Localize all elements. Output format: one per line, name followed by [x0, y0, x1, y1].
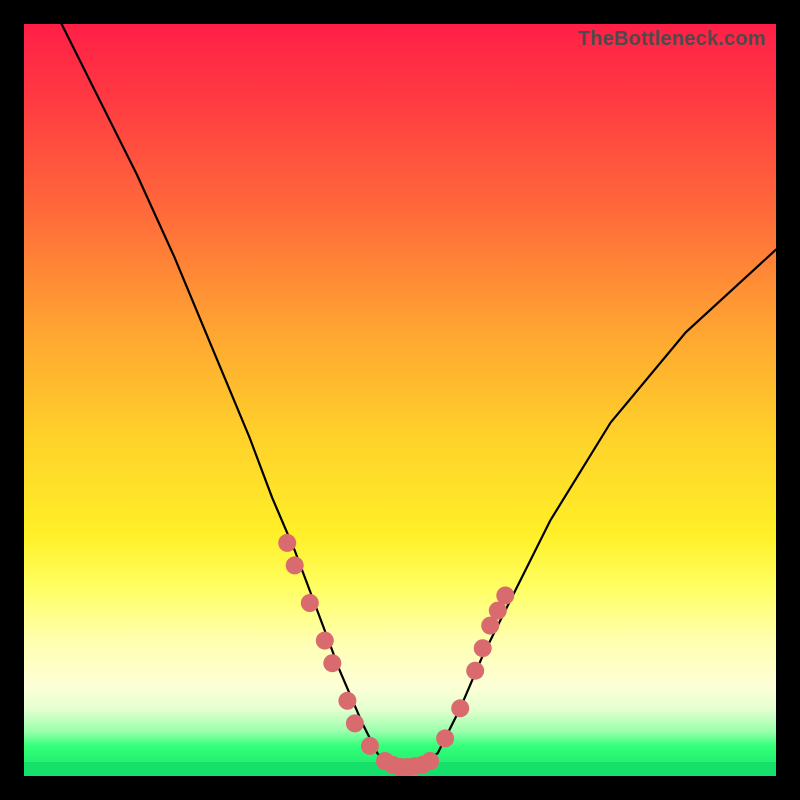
data-marker	[466, 662, 484, 680]
data-marker	[421, 752, 439, 770]
bottleneck-curve	[62, 24, 776, 769]
data-marker	[346, 714, 364, 732]
chart-svg	[24, 24, 776, 776]
data-marker	[338, 692, 356, 710]
data-marker	[286, 556, 304, 574]
data-marker	[278, 534, 296, 552]
data-marker	[361, 737, 379, 755]
marker-group	[278, 534, 514, 776]
data-marker	[451, 699, 469, 717]
data-marker	[436, 729, 454, 747]
data-marker	[301, 594, 319, 612]
data-marker	[316, 632, 334, 650]
watermark-text: TheBottleneck.com	[578, 28, 766, 51]
outer-frame: TheBottleneck.com	[0, 0, 800, 800]
data-marker	[496, 587, 514, 605]
data-marker	[474, 639, 492, 657]
plot-area: TheBottleneck.com	[24, 24, 776, 776]
data-marker	[323, 654, 341, 672]
